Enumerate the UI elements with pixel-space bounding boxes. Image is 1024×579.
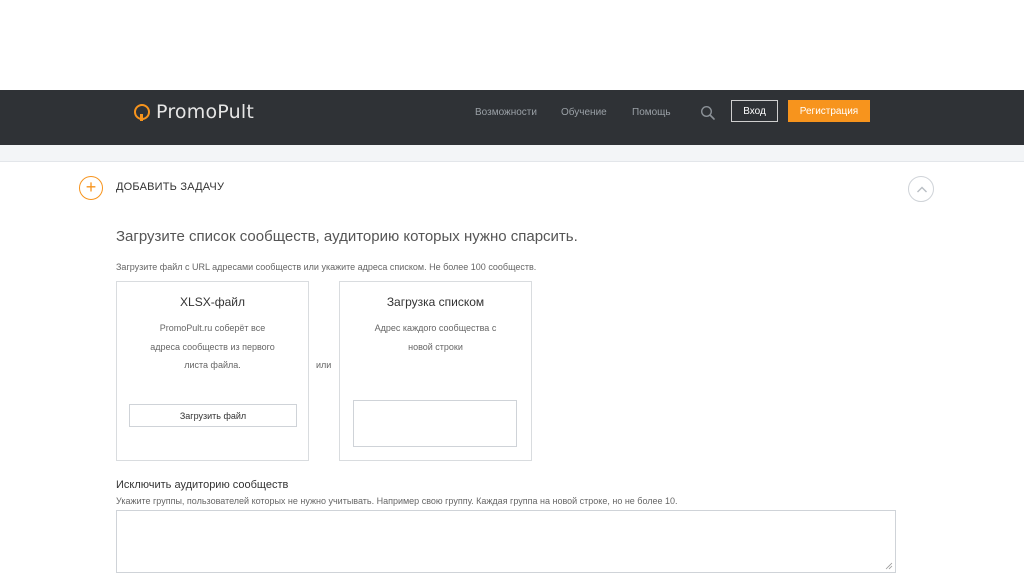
- login-button[interactable]: Вход: [731, 100, 778, 122]
- nav-link-learning[interactable]: Обучение: [561, 107, 607, 118]
- xlsx-upload-card: XLSX-файл PromoPult.ru соберёт все адрес…: [116, 281, 309, 461]
- resize-grip-icon[interactable]: [885, 562, 893, 570]
- collapse-chevron-up-icon[interactable]: [908, 176, 934, 202]
- list-card-description: Адрес каждого сообщества с новой строки: [352, 319, 519, 356]
- xlsx-desc-line: адреса сообществ из первого: [150, 341, 275, 352]
- page-top-blank: [0, 0, 1024, 90]
- add-task-label[interactable]: ДОБАВИТЬ ЗАДАЧУ: [116, 181, 224, 193]
- nav-link-help[interactable]: Помощь: [632, 107, 671, 118]
- task-hint-text: Загрузите файл с URL адресами сообществ …: [116, 262, 537, 272]
- add-task-plus-icon[interactable]: +: [79, 176, 103, 200]
- header-subbar: [0, 145, 1024, 162]
- exclude-audience-title: Исключить аудиторию сообществ: [116, 479, 289, 491]
- task-lead-text: Загрузите список сообществ, аудиторию ко…: [116, 228, 578, 245]
- xlsx-card-description: PromoPult.ru соберёт все адреса сообщест…: [129, 319, 296, 375]
- xlsx-desc-line: листа файла.: [184, 360, 241, 370]
- logo-text: PromoPult: [156, 101, 254, 123]
- promopult-logo[interactable]: PromoPult: [134, 100, 254, 124]
- xlsx-desc-line: PromoPult.ru соберёт все: [159, 323, 266, 333]
- community-list-textarea[interactable]: [353, 400, 517, 447]
- logo-icon: [134, 104, 150, 121]
- or-separator: или: [316, 360, 332, 370]
- list-upload-card: Загрузка списком Адрес каждого сообществ…: [339, 281, 532, 461]
- upload-file-button[interactable]: Загрузить файл: [129, 404, 297, 427]
- exclude-groups-textarea[interactable]: [116, 510, 896, 573]
- xlsx-card-title: XLSX-файл: [180, 295, 245, 309]
- exclude-audience-hint: Укажите группы, пользователей которых не…: [116, 496, 678, 506]
- register-button[interactable]: Регистрация: [788, 100, 870, 122]
- nav-link-features[interactable]: Возможности: [475, 107, 537, 118]
- list-desc-line: Адрес каждого сообщества с: [374, 323, 497, 333]
- list-card-title: Загрузка списком: [386, 295, 485, 309]
- search-icon[interactable]: [700, 105, 716, 121]
- list-desc-line: новой строки: [408, 341, 463, 352]
